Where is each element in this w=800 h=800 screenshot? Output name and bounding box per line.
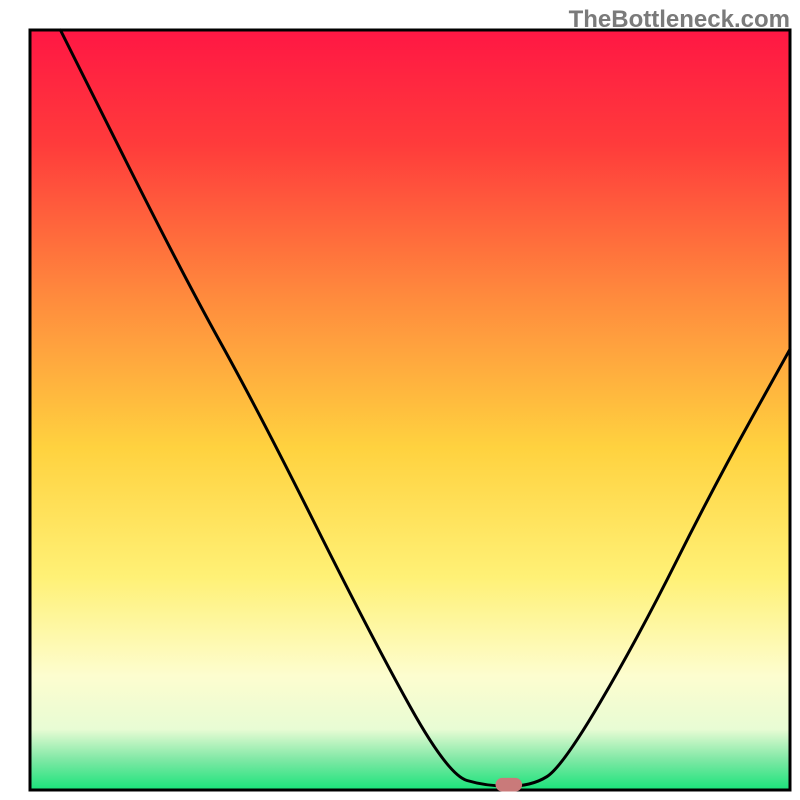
bottleneck-chart xyxy=(0,0,800,800)
chart-container: TheBottleneck.com xyxy=(0,0,800,800)
chart-background xyxy=(30,30,790,790)
optimal-marker xyxy=(496,778,523,792)
watermark-text: TheBottleneck.com xyxy=(569,6,790,34)
